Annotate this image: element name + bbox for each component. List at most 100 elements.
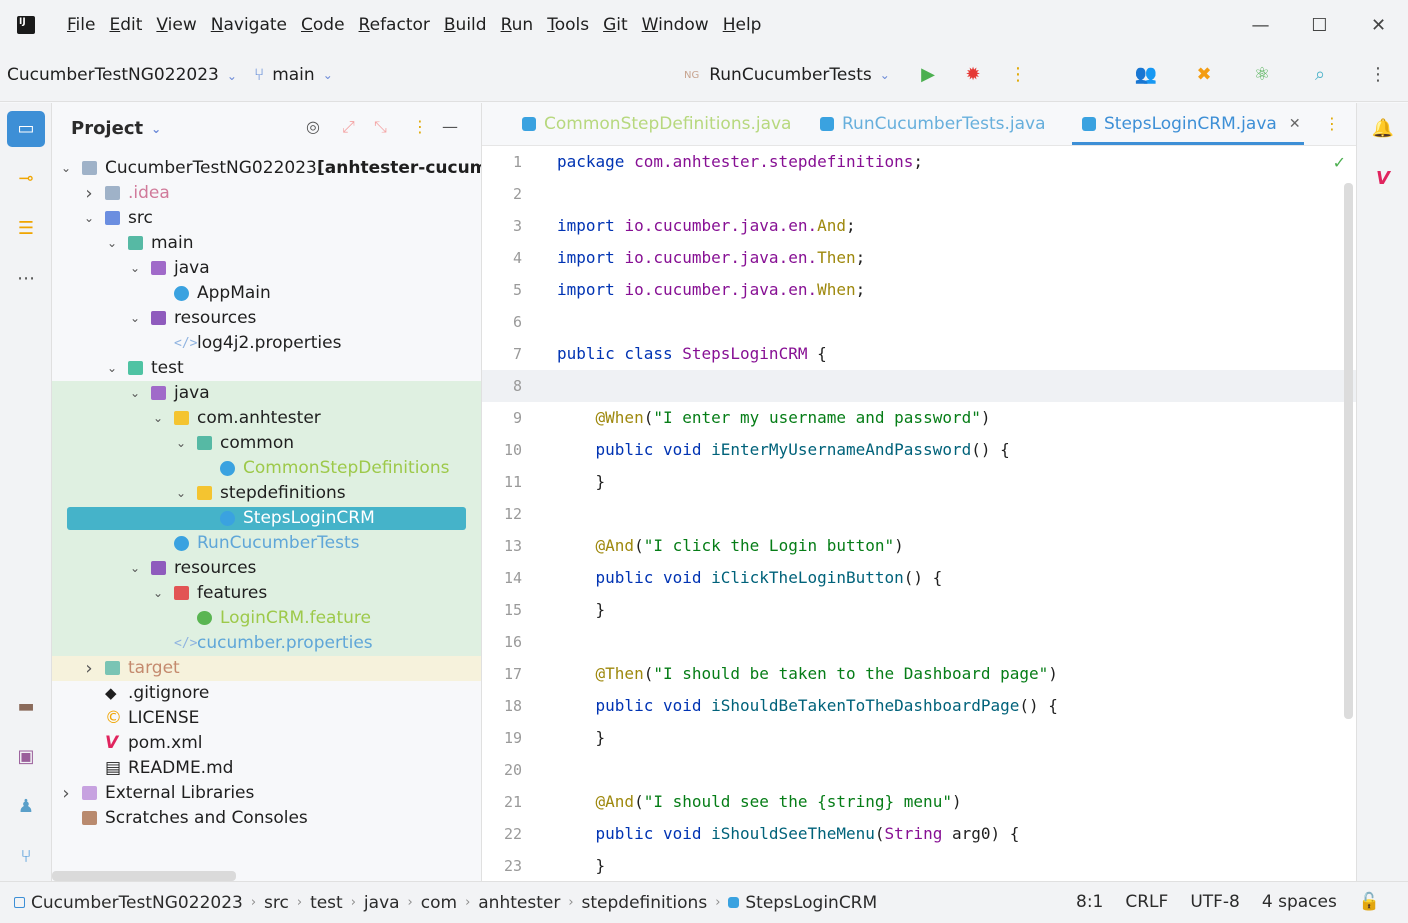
lock-icon[interactable]: 🔓 [1359, 892, 1380, 912]
tree-item[interactable]: CommonStepDefinitions [52, 456, 481, 481]
vertical-scrollbar[interactable] [1344, 183, 1353, 719]
menu-window[interactable]: Window [642, 15, 709, 35]
chevron-down-icon[interactable]: ⌄ [151, 406, 165, 431]
line-number[interactable]: 19 [482, 722, 537, 754]
code-line[interactable]: public void iShouldBeTakenToTheDashboard… [557, 690, 1337, 722]
chevron-down-icon[interactable]: ⌄ [128, 306, 142, 331]
code-line[interactable]: package com.anhtester.stepdefinitions; [557, 146, 1337, 178]
line-number[interactable]: 10 [482, 434, 537, 466]
run-icon[interactable]: ▶ [916, 63, 940, 87]
chevron-right-icon[interactable]: › [82, 656, 96, 681]
settings-more-icon[interactable]: ⋮ [1366, 63, 1390, 87]
code-line[interactable]: import io.cucumber.java.en.And; [557, 210, 1337, 242]
code-line[interactable] [557, 306, 1337, 338]
tree-item[interactable]: Scratches and Consoles [52, 806, 481, 831]
code-line[interactable]: } [557, 466, 1337, 498]
breadcrumb-item[interactable]: java [364, 893, 400, 913]
breadcrumb-item[interactable]: CucumberTestNG022023 [31, 893, 243, 913]
line-ending[interactable]: CRLF [1125, 892, 1168, 912]
tree-item[interactable]: ⌄ java [52, 256, 481, 281]
tree-item[interactable]: ⌄ CucumberTestNG022023 [anhtester-cucum [52, 156, 481, 181]
hide-panel-icon[interactable]: — [442, 117, 458, 136]
tree-item[interactable]: ◆ .gitignore [52, 681, 481, 706]
line-number[interactable]: 15 [482, 594, 537, 626]
code-line[interactable] [557, 370, 1337, 402]
more-vertical-icon[interactable]: ⋮ [1006, 63, 1030, 87]
line-number[interactable]: 8 [482, 370, 537, 402]
line-number[interactable]: 22 [482, 818, 537, 850]
tree-item[interactable]: › External Libraries [52, 781, 481, 806]
breadcrumb-item[interactable]: anhtester [478, 893, 560, 913]
line-number[interactable]: 4 [482, 242, 537, 274]
project-panel-header[interactable]: Project ⌄ [71, 118, 161, 139]
breadcrumb-item[interactable]: src [264, 893, 289, 913]
code-line[interactable]: } [557, 594, 1337, 626]
tree-item[interactable]: StepsLoginCRM [52, 506, 481, 531]
menu-tools[interactable]: Tools [547, 15, 589, 35]
tree-item[interactable]: </> cucumber.properties [52, 631, 481, 656]
chevron-down-icon[interactable]: ⌄ [151, 581, 165, 606]
tree-item[interactable]: ⌄ resources [52, 556, 481, 581]
locate-icon[interactable]: ◎ [306, 117, 320, 136]
maximize-button[interactable]: ☐ [1290, 15, 1349, 36]
project-tool-icon[interactable]: ▭ [7, 111, 45, 147]
menu-edit[interactable]: Edit [109, 15, 142, 35]
line-number[interactable]: 1 [482, 146, 537, 178]
menu-refactor[interactable]: Refactor [359, 15, 430, 35]
tree-item[interactable]: ⌄ com.anhtester [52, 406, 481, 431]
menu-help[interactable]: Help [723, 15, 762, 35]
no-problems-check-icon[interactable]: ✓ [1333, 153, 1346, 172]
tree-item[interactable]: ⌄ test [52, 356, 481, 381]
git-tool-icon[interactable]: ⑂ [7, 839, 45, 875]
code-line[interactable]: import io.cucumber.java.en.When; [557, 274, 1337, 306]
tree-item[interactable]: ⌄ common [52, 431, 481, 456]
chevron-right-icon[interactable]: › [59, 781, 73, 806]
line-number[interactable]: 3 [482, 210, 537, 242]
tree-item[interactable]: Vpom.xml [52, 731, 481, 756]
indent-setting[interactable]: 4 spaces [1262, 892, 1337, 912]
branch-switcher[interactable]: ⑂ main ⌄ [254, 65, 333, 85]
notifications-icon[interactable]: 🔔 [1364, 111, 1402, 147]
code-line[interactable]: @When("I enter my username and password"… [557, 402, 1337, 434]
menu-view[interactable]: View [156, 15, 196, 35]
expand-all-icon[interactable]: ⤢ [342, 117, 355, 137]
tab-steps-login-crm[interactable]: StepsLoginCRM.java ✕ [1082, 114, 1301, 134]
code-line[interactable]: public void iClickTheLoginButton() { [557, 562, 1337, 594]
menu-code[interactable]: Code [301, 15, 345, 35]
options-icon[interactable]: ⋮ [412, 117, 428, 136]
code-line[interactable]: @Then("I should be taken to the Dashboar… [557, 658, 1337, 690]
more-tools-icon[interactable]: ⋯ [7, 261, 45, 297]
code-line[interactable] [557, 626, 1337, 658]
tree-item[interactable]: LoginCRM.feature [52, 606, 481, 631]
chevron-down-icon[interactable]: ⌄ [174, 431, 188, 456]
tree-item[interactable]: RunCucumberTests [52, 531, 481, 556]
chevron-down-icon[interactable]: ⌄ [82, 206, 96, 231]
line-number[interactable]: 11 [482, 466, 537, 498]
code-line[interactable]: @And("I click the Login button") [557, 530, 1337, 562]
build-tools-icon[interactable]: ✖ [1192, 63, 1216, 87]
breadcrumb-item[interactable]: test [310, 893, 343, 913]
code-line[interactable]: @And("I should see the {string} menu") [557, 786, 1337, 818]
code-with-me-icon[interactable]: 👥 [1134, 63, 1158, 87]
line-number[interactable]: 13 [482, 530, 537, 562]
run-config-selector[interactable]: NG RunCucumberTests ⌄ [684, 65, 890, 85]
tree-item[interactable]: ⌄ main [52, 231, 481, 256]
tree-item[interactable]: ⌄ features [52, 581, 481, 606]
line-number[interactable]: 5 [482, 274, 537, 306]
tree-item[interactable]: ⌄ stepdefinitions [52, 481, 481, 506]
structure-tool-icon[interactable]: ☰ [7, 211, 45, 247]
code-line[interactable]: } [557, 722, 1337, 754]
code-line[interactable]: } [557, 850, 1337, 882]
tree-item[interactable]: › target [52, 656, 481, 681]
tree-item[interactable]: ▤ README.md [52, 756, 481, 781]
horizontal-scrollbar[interactable] [52, 871, 236, 881]
tree-item[interactable]: ⌄ resources [52, 306, 481, 331]
code-line[interactable] [557, 498, 1337, 530]
line-number[interactable]: 23 [482, 850, 537, 882]
chevron-down-icon[interactable]: ⌄ [128, 381, 142, 406]
debug-icon[interactable]: ✹ [961, 63, 985, 87]
tab-common-step-definitions[interactable]: CommonStepDefinitions.java [522, 114, 791, 134]
line-number[interactable]: 9 [482, 402, 537, 434]
code-line[interactable]: import io.cucumber.java.en.Then; [557, 242, 1337, 274]
search-icon[interactable]: ⌕ [1308, 63, 1332, 87]
